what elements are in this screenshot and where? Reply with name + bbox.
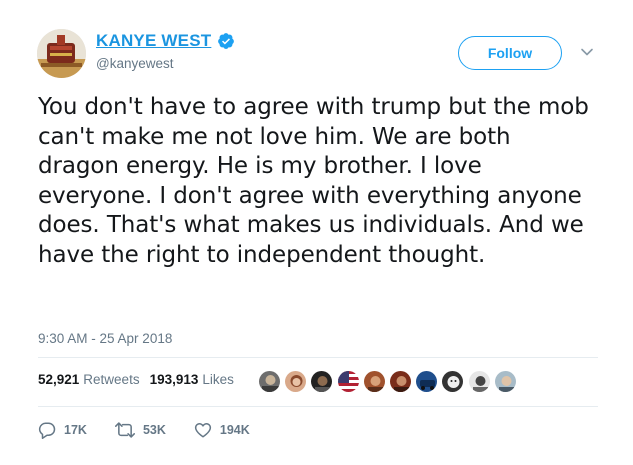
reply-icon: [38, 422, 56, 439]
follow-button[interactable]: Follow: [458, 36, 562, 70]
author-info: KANYE WEST @kanyewest: [96, 31, 235, 71]
author-display-name[interactable]: KANYE WEST: [96, 31, 211, 51]
liker-avatar[interactable]: [362, 370, 386, 393]
tweet-timestamp[interactable]: 9:30 AM - 25 Apr 2018: [38, 331, 172, 346]
liker-avatar[interactable]: [467, 370, 491, 393]
stats-divider-top: [38, 357, 598, 358]
liker-avatar[interactable]: [336, 370, 360, 393]
tweet-actions: 17K 53K 194K: [38, 421, 278, 439]
liker-avatar[interactable]: [284, 370, 308, 393]
tweet-card: KANYE WEST @kanyewest Follow You don't h…: [0, 0, 633, 465]
author-handle[interactable]: @kanyewest: [96, 56, 235, 71]
retweet-count: 53K: [142, 423, 166, 437]
heart-icon: [194, 423, 211, 438]
author-avatar-image: [37, 29, 86, 78]
likes-count: 193,913: [149, 372, 199, 387]
retweets-stat[interactable]: 52,921 Retweets: [38, 372, 140, 387]
reply-count: 17K: [64, 423, 87, 437]
display-name-row: KANYE WEST: [96, 31, 235, 51]
retweet-icon: [114, 422, 135, 438]
liker-avatar[interactable]: [310, 370, 334, 393]
likes-label: Likes: [202, 372, 234, 387]
liker-avatars: [258, 370, 520, 393]
chevron-down-icon[interactable]: [580, 44, 594, 58]
like-button[interactable]: 194K: [194, 421, 250, 439]
retweets-label: Retweets: [83, 372, 140, 387]
liker-avatar[interactable]: [441, 370, 465, 393]
author-avatar[interactable]: [37, 29, 86, 78]
retweet-button[interactable]: 53K: [114, 421, 166, 439]
verified-badge-icon: [217, 32, 235, 50]
tweet-text: You don't have to agree with trump but t…: [38, 94, 589, 268]
tweet-stats: 52,921 Retweets 193,913 Likes: [38, 372, 244, 387]
liker-avatar[interactable]: [258, 370, 281, 393]
like-count: 194K: [219, 423, 250, 437]
likes-stat[interactable]: 193,913 Likes: [150, 372, 234, 387]
liker-avatar[interactable]: [388, 370, 412, 393]
stats-divider-bottom: [38, 406, 598, 407]
retweets-count: 52,921: [38, 372, 80, 387]
liker-avatar[interactable]: [415, 370, 439, 393]
reply-button[interactable]: 17K: [38, 421, 87, 439]
liker-avatar[interactable]: [493, 370, 517, 393]
